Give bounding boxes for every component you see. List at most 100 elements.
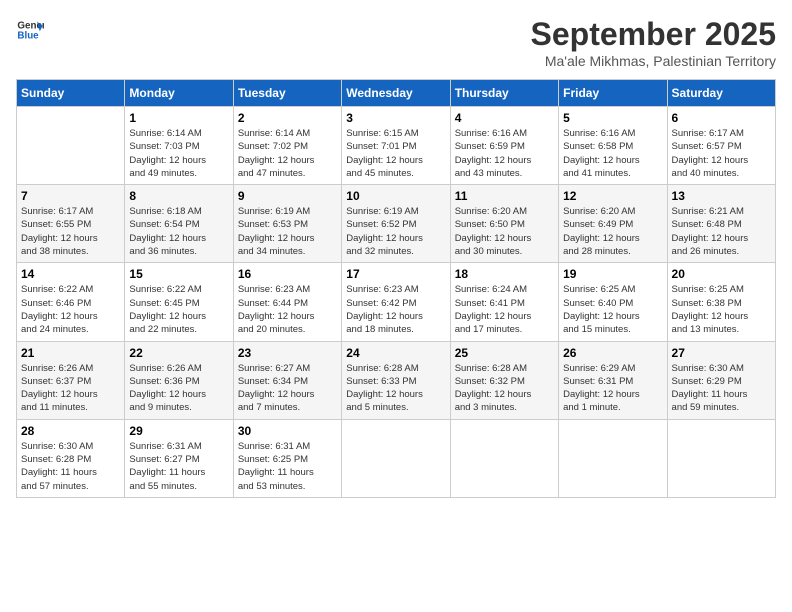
page-header: General Blue September 2025 Ma'ale Mikhm… (16, 16, 776, 69)
day-number: 11 (455, 189, 554, 203)
calendar-cell: 10 Sunrise: 6:19 AM Sunset: 6:52 PM Dayli… (342, 185, 450, 263)
calendar-cell: 25 Sunrise: 6:28 AM Sunset: 6:32 PM Dayli… (450, 341, 558, 419)
day-info: Sunrise: 6:27 AM Sunset: 6:34 PM Dayligh… (238, 362, 337, 415)
calendar-header-monday: Monday (125, 80, 233, 107)
calendar-week-4: 21 Sunrise: 6:26 AM Sunset: 6:37 PM Dayli… (17, 341, 776, 419)
day-number: 9 (238, 189, 337, 203)
day-info: Sunrise: 6:19 AM Sunset: 6:53 PM Dayligh… (238, 205, 337, 258)
calendar-cell: 8Sunrise: 6:18 AM Sunset: 6:54 PM Daylig… (125, 185, 233, 263)
day-number: 24 (346, 346, 445, 360)
calendar-header-sunday: Sunday (17, 80, 125, 107)
day-number: 15 (129, 267, 228, 281)
day-number: 22 (129, 346, 228, 360)
day-number: 19 (563, 267, 662, 281)
day-info: Sunrise: 6:31 AM Sunset: 6:25 PM Dayligh… (238, 440, 337, 493)
day-number: 12 (563, 189, 662, 203)
month-title: September 2025 (531, 16, 776, 53)
day-info: Sunrise: 6:28 AM Sunset: 6:32 PM Dayligh… (455, 362, 554, 415)
calendar-cell (667, 419, 775, 497)
day-number: 30 (238, 424, 337, 438)
svg-text:Blue: Blue (17, 30, 39, 41)
calendar-table: SundayMondayTuesdayWednesdayThursdayFrid… (16, 79, 776, 498)
day-info: Sunrise: 6:25 AM Sunset: 6:38 PM Dayligh… (672, 283, 771, 336)
day-info: Sunrise: 6:17 AM Sunset: 6:57 PM Dayligh… (672, 127, 771, 180)
day-info: Sunrise: 6:16 AM Sunset: 6:58 PM Dayligh… (563, 127, 662, 180)
day-info: Sunrise: 6:17 AM Sunset: 6:55 PM Dayligh… (21, 205, 120, 258)
day-number: 25 (455, 346, 554, 360)
day-info: Sunrise: 6:26 AM Sunset: 6:36 PM Dayligh… (129, 362, 228, 415)
day-number: 4 (455, 111, 554, 125)
day-info: Sunrise: 6:31 AM Sunset: 6:27 PM Dayligh… (129, 440, 228, 493)
calendar-cell: 13 Sunrise: 6:21 AM Sunset: 6:48 PM Dayli… (667, 185, 775, 263)
day-info: Sunrise: 6:16 AM Sunset: 6:59 PM Dayligh… (455, 127, 554, 180)
location-title: Ma'ale Mikhmas, Palestinian Territory (531, 53, 776, 69)
day-number: 26 (563, 346, 662, 360)
day-number: 21 (21, 346, 120, 360)
calendar-cell: 27Sunrise: 6:30 AM Sunset: 6:29 PM Dayli… (667, 341, 775, 419)
day-info: Sunrise: 6:22 AM Sunset: 6:45 PM Dayligh… (129, 283, 228, 336)
calendar-cell: 17 Sunrise: 6:23 AM Sunset: 6:42 PM Dayli… (342, 263, 450, 341)
day-number: 17 (346, 267, 445, 281)
day-number: 16 (238, 267, 337, 281)
calendar-cell: 22 Sunrise: 6:26 AM Sunset: 6:36 PM Dayli… (125, 341, 233, 419)
calendar-cell: 21 Sunrise: 6:26 AM Sunset: 6:37 PM Dayli… (17, 341, 125, 419)
calendar-week-5: 28 Sunrise: 6:30 AM Sunset: 6:28 PM Dayli… (17, 419, 776, 497)
calendar-week-3: 14 Sunrise: 6:22 AM Sunset: 6:46 PM Dayli… (17, 263, 776, 341)
calendar-cell: 29 Sunrise: 6:31 AM Sunset: 6:27 PM Dayli… (125, 419, 233, 497)
day-info: Sunrise: 6:26 AM Sunset: 6:37 PM Dayligh… (21, 362, 120, 415)
calendar-week-2: 7 Sunrise: 6:17 AM Sunset: 6:55 PM Daylig… (17, 185, 776, 263)
day-number: 3 (346, 111, 445, 125)
calendar-cell: 18Sunrise: 6:24 AM Sunset: 6:41 PM Dayli… (450, 263, 558, 341)
day-number: 29 (129, 424, 228, 438)
day-number: 6 (672, 111, 771, 125)
day-number: 23 (238, 346, 337, 360)
calendar-cell: 11 Sunrise: 6:20 AM Sunset: 6:50 PM Dayli… (450, 185, 558, 263)
calendar-header-saturday: Saturday (667, 80, 775, 107)
day-number: 18 (455, 267, 554, 281)
calendar-cell: 5Sunrise: 6:16 AM Sunset: 6:58 PM Daylig… (559, 107, 667, 185)
calendar-cell (17, 107, 125, 185)
day-info: Sunrise: 6:30 AM Sunset: 6:28 PM Dayligh… (21, 440, 120, 493)
calendar-cell: 9 Sunrise: 6:19 AM Sunset: 6:53 PM Daylig… (233, 185, 341, 263)
day-info: Sunrise: 6:20 AM Sunset: 6:50 PM Dayligh… (455, 205, 554, 258)
calendar-cell: 6 Sunrise: 6:17 AM Sunset: 6:57 PM Daylig… (667, 107, 775, 185)
calendar-cell: 19Sunrise: 6:25 AM Sunset: 6:40 PM Dayli… (559, 263, 667, 341)
day-info: Sunrise: 6:23 AM Sunset: 6:44 PM Dayligh… (238, 283, 337, 336)
day-info: Sunrise: 6:21 AM Sunset: 6:48 PM Dayligh… (672, 205, 771, 258)
calendar-cell: 3 Sunrise: 6:15 AM Sunset: 7:01 PM Daylig… (342, 107, 450, 185)
calendar-cell: 16 Sunrise: 6:23 AM Sunset: 6:44 PM Dayli… (233, 263, 341, 341)
calendar-header-friday: Friday (559, 80, 667, 107)
calendar-cell (342, 419, 450, 497)
calendar-cell: 20 Sunrise: 6:25 AM Sunset: 6:38 PM Dayli… (667, 263, 775, 341)
day-number: 10 (346, 189, 445, 203)
day-number: 1 (129, 111, 228, 125)
calendar-cell: 1Sunrise: 6:14 AM Sunset: 7:03 PM Daylig… (125, 107, 233, 185)
day-number: 13 (672, 189, 771, 203)
day-info: Sunrise: 6:29 AM Sunset: 6:31 PM Dayligh… (563, 362, 662, 415)
calendar-cell: 28 Sunrise: 6:30 AM Sunset: 6:28 PM Dayli… (17, 419, 125, 497)
calendar-week-1: 1Sunrise: 6:14 AM Sunset: 7:03 PM Daylig… (17, 107, 776, 185)
day-info: Sunrise: 6:14 AM Sunset: 7:02 PM Dayligh… (238, 127, 337, 180)
day-info: Sunrise: 6:23 AM Sunset: 6:42 PM Dayligh… (346, 283, 445, 336)
day-info: Sunrise: 6:15 AM Sunset: 7:01 PM Dayligh… (346, 127, 445, 180)
calendar-cell (450, 419, 558, 497)
day-info: Sunrise: 6:28 AM Sunset: 6:33 PM Dayligh… (346, 362, 445, 415)
day-info: Sunrise: 6:19 AM Sunset: 6:52 PM Dayligh… (346, 205, 445, 258)
day-number: 7 (21, 189, 120, 203)
day-number: 14 (21, 267, 120, 281)
day-info: Sunrise: 6:22 AM Sunset: 6:46 PM Dayligh… (21, 283, 120, 336)
calendar-cell: 4 Sunrise: 6:16 AM Sunset: 6:59 PM Daylig… (450, 107, 558, 185)
calendar-cell: 24 Sunrise: 6:28 AM Sunset: 6:33 PM Dayli… (342, 341, 450, 419)
calendar-cell: 15 Sunrise: 6:22 AM Sunset: 6:45 PM Dayli… (125, 263, 233, 341)
calendar-cell: 23 Sunrise: 6:27 AM Sunset: 6:34 PM Dayli… (233, 341, 341, 419)
logo-icon: General Blue (16, 16, 44, 44)
day-number: 28 (21, 424, 120, 438)
calendar-cell: 26 Sunrise: 6:29 AM Sunset: 6:31 PM Dayli… (559, 341, 667, 419)
calendar-cell: 14 Sunrise: 6:22 AM Sunset: 6:46 PM Dayli… (17, 263, 125, 341)
calendar-cell (559, 419, 667, 497)
day-number: 20 (672, 267, 771, 281)
title-block: September 2025 Ma'ale Mikhmas, Palestini… (531, 16, 776, 69)
calendar-header-row: SundayMondayTuesdayWednesdayThursdayFrid… (17, 80, 776, 107)
calendar-header-thursday: Thursday (450, 80, 558, 107)
day-info: Sunrise: 6:30 AM Sunset: 6:29 PM Dayligh… (672, 362, 771, 415)
